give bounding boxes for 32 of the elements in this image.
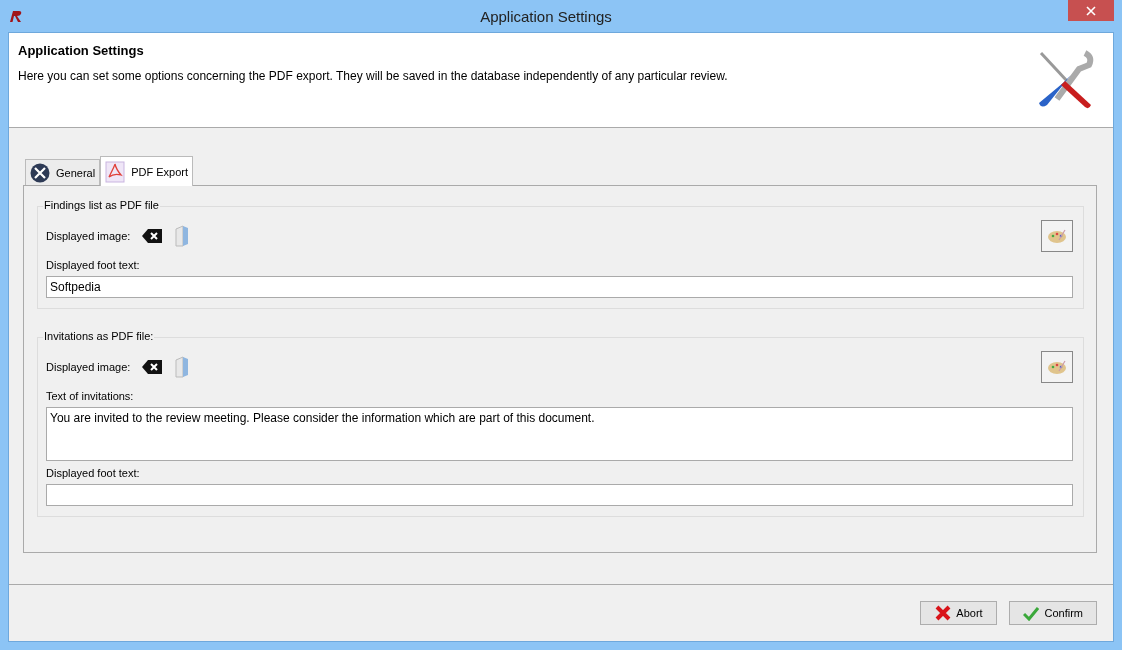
text-field[interactable]: Softpedia	[46, 276, 1073, 298]
text-field[interactable]	[46, 484, 1073, 506]
palette-button[interactable]	[1041, 220, 1073, 252]
clear-icon[interactable]	[142, 229, 163, 243]
app-logo-icon	[8, 9, 24, 23]
checkmark-icon	[1023, 605, 1040, 621]
tools-icon	[30, 162, 50, 183]
pdf-icon	[105, 160, 126, 183]
close-icon	[1086, 5, 1096, 16]
window-title: Application Settings	[479, 7, 613, 25]
palette-icon	[1047, 359, 1067, 375]
clear-icon[interactable]	[142, 360, 163, 374]
header-title: Application Settings	[18, 43, 145, 58]
field-label: Displayed image:	[46, 361, 131, 373]
header-description: Here you can set some options concerning the PDF export. They will be saved in the database independently of any particular review.	[18, 69, 729, 83]
confirm-button[interactable]: Confirm	[1009, 601, 1097, 625]
folder-icon[interactable]	[174, 225, 191, 247]
group-title: Findings list as PDF file	[43, 199, 160, 211]
group-title: Invitations as PDF file:	[43, 330, 155, 342]
palette-icon	[1047, 228, 1067, 244]
field-label: Text of invitations:	[46, 390, 135, 402]
text-area[interactable]: You are invited to the review meeting. Please consider the information which are part of this document.	[46, 407, 1073, 461]
field-label: Displayed foot text:	[46, 467, 141, 479]
field-label: Displayed image:	[46, 230, 131, 242]
palette-button[interactable]	[1041, 351, 1073, 383]
tab[interactable]: PDF Export	[100, 156, 193, 186]
tab[interactable]: General	[25, 159, 101, 185]
abort-button[interactable]: Abort	[920, 601, 998, 625]
close-button[interactable]	[1068, 0, 1114, 21]
folder-icon[interactable]	[174, 356, 191, 378]
cross-icon	[935, 605, 952, 621]
field-label: Displayed foot text:	[46, 259, 141, 271]
